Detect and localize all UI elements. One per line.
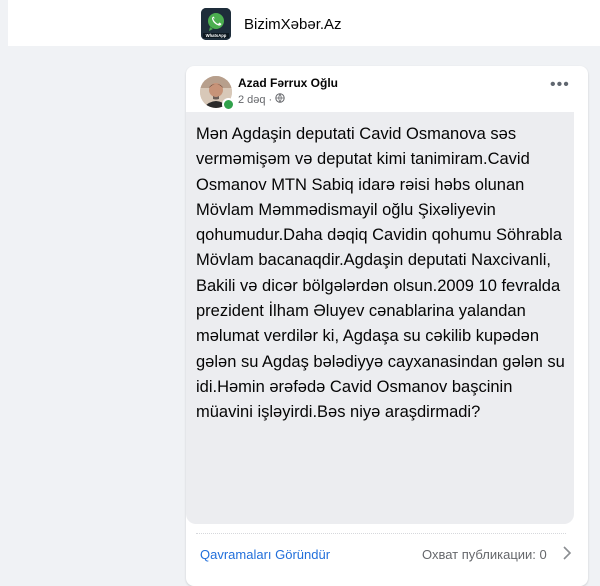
post-text: Mən Agdaşin deputati Cavid Osmanova səs … bbox=[196, 125, 565, 422]
reactions-divider bbox=[196, 533, 566, 537]
page-avatar[interactable]: WhatsApp bbox=[201, 8, 231, 40]
page-name[interactable]: BizimXəbər.Az bbox=[244, 16, 342, 33]
post-meta: 2 dəq · bbox=[238, 93, 285, 106]
post-time[interactable]: 2 dəq bbox=[238, 94, 266, 106]
online-status-dot bbox=[222, 98, 235, 111]
globe-icon bbox=[275, 93, 285, 106]
translate-link[interactable]: Qavramaları Göründür bbox=[200, 547, 330, 562]
post-reach: Охват публикации: 0 bbox=[422, 547, 547, 562]
page-header: WhatsApp BizimXəbər.Az bbox=[8, 0, 600, 46]
chevron-right-icon[interactable] bbox=[562, 546, 572, 565]
logo-text: WhatsApp bbox=[206, 33, 227, 38]
post-card: Azad Fərrux Oğlu 2 dəq · ••• Mən Agdaşin… bbox=[186, 66, 588, 586]
more-horizontal-icon: ••• bbox=[550, 76, 570, 93]
post-body: Mən Agdaşin deputati Cavid Osmanova səs … bbox=[186, 112, 574, 524]
author-name[interactable]: Azad Fərrux Oğlu bbox=[238, 76, 338, 90]
more-options-button[interactable]: ••• bbox=[550, 77, 570, 93]
